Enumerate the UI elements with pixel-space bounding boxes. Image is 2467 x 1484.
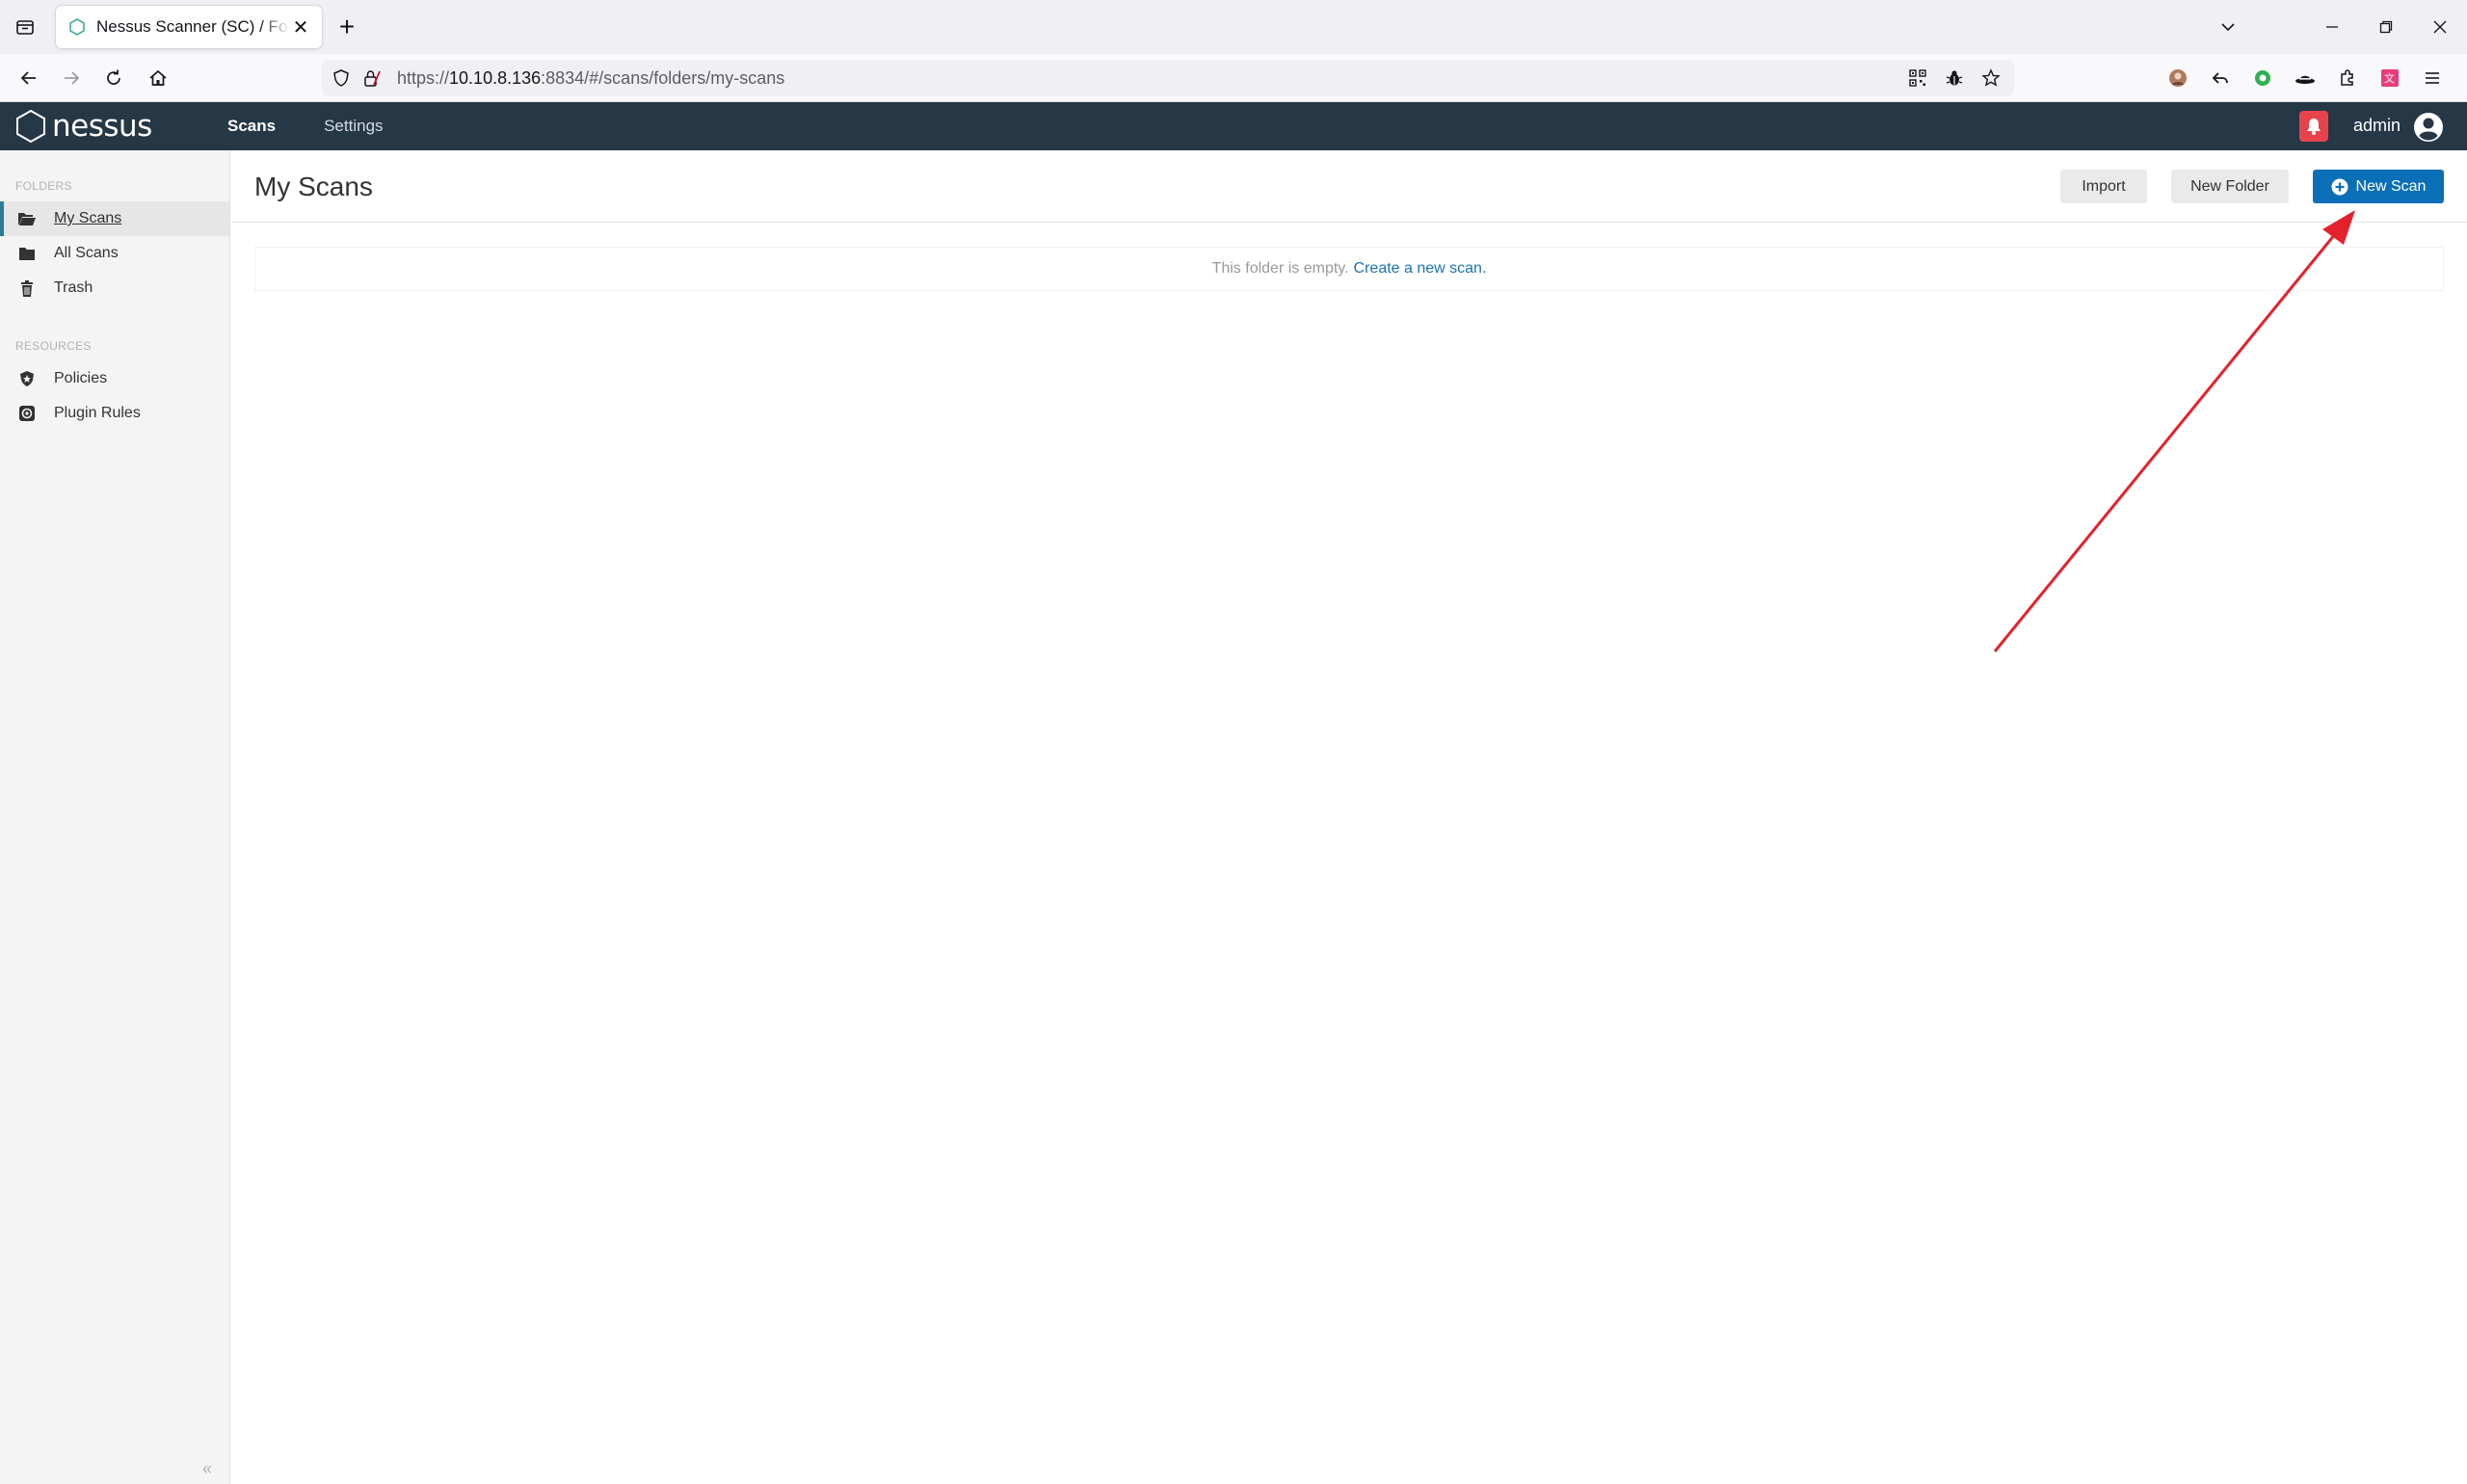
user-name[interactable]: admin <box>2353 116 2401 136</box>
user-avatar-icon[interactable] <box>2413 112 2444 143</box>
lock-warning-icon[interactable] <box>362 68 382 88</box>
app-header: nessus Scans Settings admin <box>0 102 2467 150</box>
sidebar-item-label: Policies <box>54 370 108 386</box>
plus-circle-icon <box>2331 178 2348 195</box>
brand-wordmark: nessus <box>52 109 152 144</box>
page-title: My Scans <box>254 172 373 201</box>
nessus-hexagon-icon <box>16 109 45 144</box>
home-icon[interactable] <box>143 63 173 93</box>
forward-icon[interactable] <box>56 63 87 93</box>
import-button[interactable]: Import <box>2060 170 2147 203</box>
collapse-sidebar-icon[interactable]: « <box>202 1459 212 1479</box>
sidebar-item-label: All Scans <box>54 245 119 261</box>
hamburger-menu-icon[interactable] <box>2417 63 2448 93</box>
back-icon[interactable] <box>13 63 44 93</box>
reload-icon[interactable] <box>98 63 129 93</box>
nessus-favicon-icon <box>69 18 85 36</box>
qr-code-icon[interactable] <box>1906 66 1929 90</box>
create-new-scan-link[interactable]: Create a new scan <box>1354 260 1482 278</box>
sidebar: FOLDERS My Scans All Scans Trash RESOURC… <box>0 150 230 1484</box>
nav-settings[interactable]: Settings <box>324 102 383 150</box>
hat-extension-icon[interactable] <box>2290 63 2321 93</box>
nav-scans[interactable]: Scans <box>227 102 276 150</box>
window-controls <box>2305 0 2467 54</box>
notifications-bell-icon[interactable] <box>2299 111 2328 142</box>
new-folder-button[interactable]: New Folder <box>2171 170 2289 203</box>
url-scheme: https:// <box>397 68 450 88</box>
sidebar-item-policies[interactable]: Policies <box>0 361 229 396</box>
url-text: https://10.10.8.136:8834/#/scans/folders… <box>397 68 784 89</box>
green-circle-extension-icon[interactable] <box>2247 63 2278 93</box>
sidebar-item-all-scans[interactable]: All Scans <box>0 236 229 271</box>
url-host: 10.10.8.136 <box>449 68 542 88</box>
sidebar-item-my-scans[interactable]: My Scans <box>0 201 229 236</box>
browser-tab-active[interactable]: Nessus Scanner (SC) / Folders / View ✕ <box>56 6 322 48</box>
minimize-icon[interactable] <box>2305 0 2359 54</box>
browser-navbar: https://10.10.8.136:8834/#/scans/folders… <box>0 54 2467 102</box>
tracking-shield-icon[interactable] <box>332 68 351 88</box>
resources-header: RESOURCES <box>15 339 92 353</box>
empty-text: This folder is empty. <box>1211 260 1349 277</box>
new-scan-label: New Scan <box>2355 177 2427 195</box>
browser-tab-strip: Nessus Scanner (SC) / Folders / View ✕ + <box>0 0 2467 54</box>
sidebar-item-label: My Scans <box>54 210 122 226</box>
sidebar-item-label: Trash <box>54 279 93 296</box>
nessus-logo[interactable]: nessus <box>13 108 152 145</box>
top-navigation: Scans Settings <box>227 102 432 150</box>
sidebar-item-label: Plugin Rules <box>54 405 141 421</box>
address-bar-actions <box>1906 66 2003 90</box>
extensions-puzzle-icon[interactable] <box>2332 63 2363 93</box>
bookmark-star-icon[interactable] <box>1979 66 2003 90</box>
folder-icon <box>17 244 37 263</box>
trash-icon <box>17 278 37 298</box>
profile-avatar-icon[interactable] <box>2162 63 2193 93</box>
empty-link-suffix: . <box>1481 260 1487 277</box>
folder-open-icon <box>17 209 37 228</box>
folders-header: FOLDERS <box>15 179 72 193</box>
policy-shield-icon <box>17 369 37 388</box>
new-scan-button[interactable]: New Scan <box>2313 170 2444 203</box>
annotation-arrow-icon <box>1993 210 2355 652</box>
sidebar-item-trash[interactable]: Trash <box>0 271 229 305</box>
tabs-dropdown-icon[interactable] <box>2213 12 2243 42</box>
restore-icon[interactable] <box>2359 0 2413 54</box>
url-path: :8834/#/scans/folders/my-scans <box>541 68 785 88</box>
close-window-icon[interactable] <box>2413 0 2467 54</box>
tab-list-icon[interactable] <box>10 12 40 42</box>
translate-extension-icon[interactable]: 文 <box>2374 63 2405 93</box>
sidebar-item-plugin-rules[interactable]: Plugin Rules <box>0 396 229 431</box>
undo-arrow-icon[interactable] <box>2205 63 2236 93</box>
tab-close-icon[interactable]: ✕ <box>289 15 312 39</box>
svg-text:文: 文 <box>2384 71 2395 85</box>
new-tab-button[interactable]: + <box>332 12 362 42</box>
tab-title: Nessus Scanner (SC) / Folders / View <box>96 17 289 36</box>
extensions-toolbar: 文 <box>2162 63 2448 93</box>
address-bar[interactable]: https://10.10.8.136:8834/#/scans/folders… <box>322 60 2014 96</box>
bug-icon[interactable] <box>1943 66 1966 90</box>
plugin-rules-icon <box>17 404 37 423</box>
